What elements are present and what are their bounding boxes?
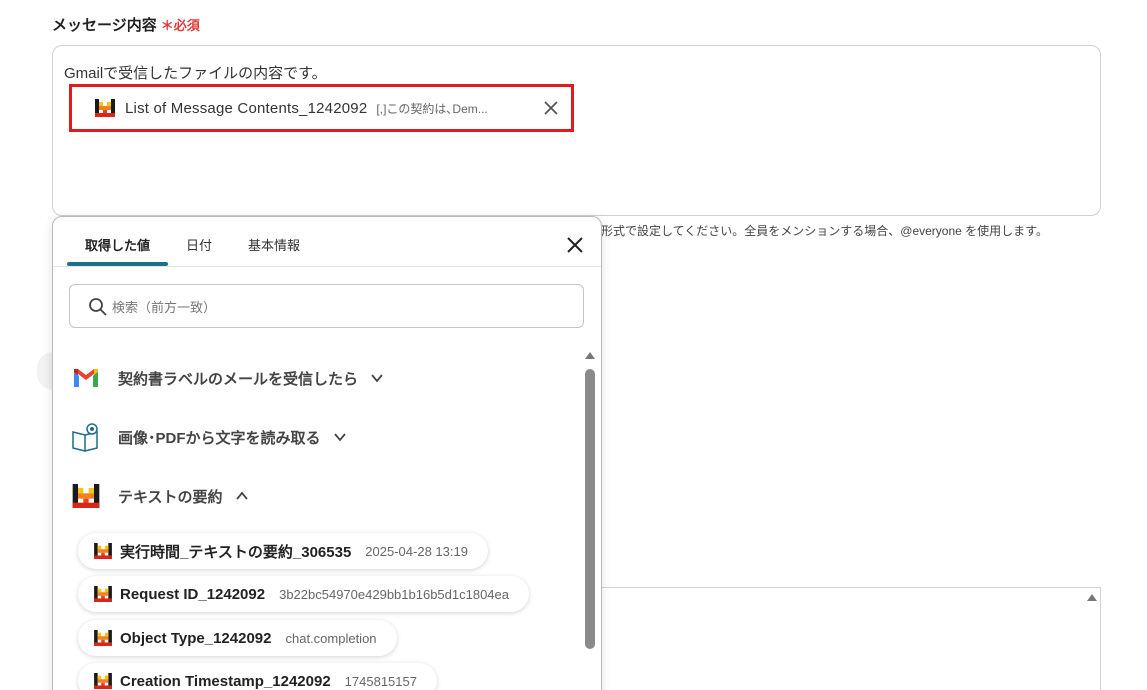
- field-hint: 形式で設定してください。全員をメンションする場合、@everyone を使用しま…: [601, 224, 1048, 238]
- item-value: 2025-04-28 13:19: [365, 543, 468, 559]
- item-value: 3b22bc54970e429bb1b16b5d1c1804ea: [279, 586, 509, 602]
- background-scroll-up-icon[interactable]: [1087, 594, 1097, 601]
- message-text: Gmailで受信したファイルの内容です。: [64, 65, 327, 82]
- group-label: テキストの要約: [118, 488, 223, 506]
- list-item[interactable]: Request ID_1242092 3b22bc54970e429bb1b16…: [78, 576, 529, 612]
- message-content-input[interactable]: Gmailで受信したファイルの内容です。 List of Message Con…: [52, 45, 1101, 216]
- item-name: 実行時間_テキストの要約_306535: [120, 543, 352, 561]
- ai-m-icon: [94, 543, 112, 559]
- ocr-book-icon: [71, 422, 101, 452]
- scroll-up-icon[interactable]: [585, 352, 595, 359]
- ai-m-icon: [94, 586, 112, 602]
- list-item[interactable]: Creation Timestamp_1242092 1745815157: [78, 663, 437, 690]
- search-icon: [89, 298, 107, 316]
- chevron-down-icon: [333, 433, 346, 442]
- chip-name: List of Message Contents_1242092: [125, 99, 368, 117]
- variable-chip[interactable]: List of Message Contents_1242092 [,]この契約…: [81, 93, 563, 123]
- list-item[interactable]: 実行時間_テキストの要約_306535 2025-04-28 13:19: [78, 533, 488, 569]
- search-box: [69, 284, 584, 328]
- variable-picker-panel: 取得した値 日付 基本情報 契約書ラベルのメールを受信したら: [52, 216, 602, 690]
- highlight-box: List of Message Contents_1242092 [,]この契約…: [69, 84, 574, 132]
- picker-tabs: 取得した値 日付 基本情報: [53, 217, 601, 267]
- chevron-up-icon: [235, 491, 248, 500]
- close-icon[interactable]: [566, 236, 584, 254]
- background-input-box: [598, 587, 1101, 690]
- tab-basic-info[interactable]: 基本情報: [248, 235, 300, 254]
- tab-date[interactable]: 日付: [186, 235, 212, 254]
- search-input[interactable]: [112, 295, 562, 319]
- chip-remove-icon[interactable]: [543, 100, 559, 116]
- field-label-text: メッセージ内容: [52, 17, 157, 34]
- group-ocr[interactable]: 画像･PDFから文字を読み取る: [71, 422, 347, 452]
- active-tab-indicator: [67, 262, 168, 266]
- scrollbar[interactable]: [583, 352, 597, 690]
- required-mark: ＊: [160, 18, 174, 33]
- chip-preview: [,]この契約は､Dem...: [376, 101, 488, 116]
- item-name: Request ID_1242092: [120, 585, 266, 603]
- tab-acquired-values[interactable]: 取得した値: [85, 235, 150, 254]
- required-indicator: ＊必須: [161, 18, 200, 33]
- chevron-down-icon: [371, 374, 383, 383]
- required-label: 必須: [173, 18, 200, 33]
- gmail-icon: [71, 363, 101, 393]
- group-label: 画像･PDFから文字を読み取る: [118, 429, 321, 447]
- field-label: メッセージ内容 ＊必須: [52, 14, 200, 35]
- group-label: 契約書ラベルのメールを受信したら: [118, 370, 359, 388]
- ai-m-icon: [71, 481, 101, 511]
- scrollbar-thumb[interactable]: [585, 369, 595, 649]
- item-value: 1745815157: [344, 673, 417, 689]
- list-item[interactable]: Object Type_1242092 chat.completion: [78, 620, 397, 656]
- item-name: Creation Timestamp_1242092: [120, 672, 331, 690]
- group-gmail-trigger[interactable]: 契約書ラベルのメールを受信したら: [71, 363, 384, 393]
- item-value: chat.completion: [285, 630, 377, 646]
- ai-m-icon: [94, 630, 112, 646]
- ai-m-icon: [94, 673, 112, 689]
- group-text-summary[interactable]: テキストの要約: [71, 481, 249, 511]
- background-row-edge: [37, 352, 53, 390]
- ai-m-icon: [95, 99, 115, 117]
- item-name: Object Type_1242092: [120, 629, 272, 647]
